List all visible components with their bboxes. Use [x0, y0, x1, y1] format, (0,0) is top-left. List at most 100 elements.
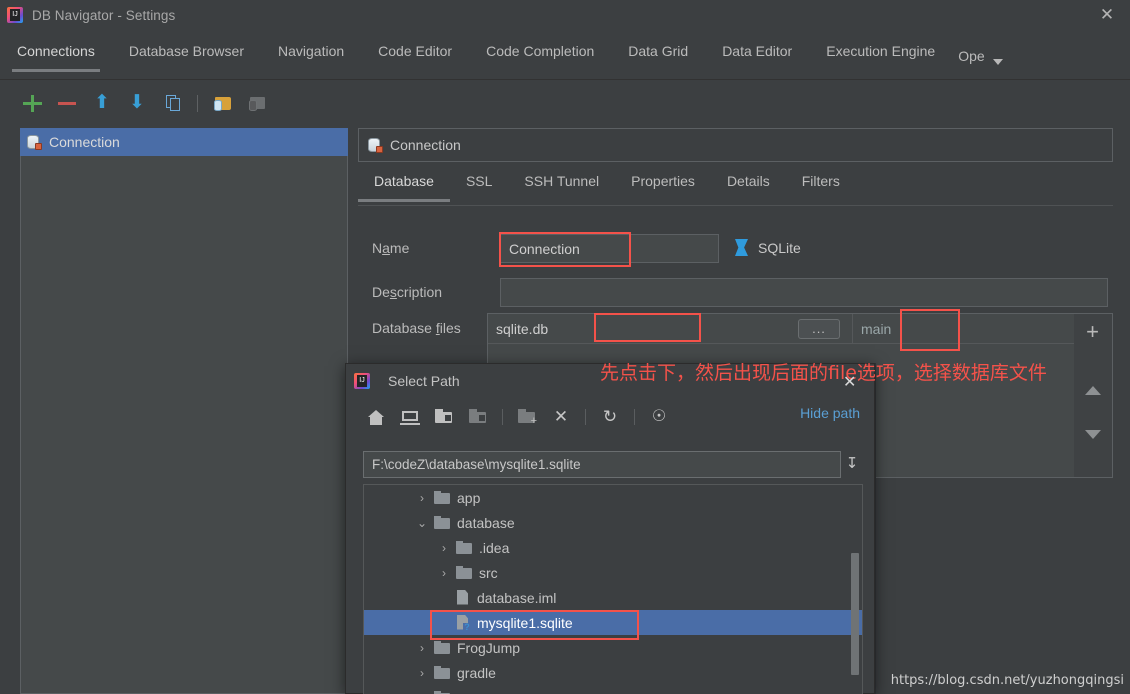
import-connection-button[interactable] — [248, 93, 268, 113]
tree-item-label: database — [457, 515, 515, 531]
subtab-ssl[interactable]: SSL — [450, 170, 508, 202]
tree-item-database-iml[interactable]: database.iml — [364, 585, 862, 610]
subtab-details[interactable]: Details — [711, 170, 786, 202]
subtab-database[interactable]: Database — [358, 170, 450, 202]
tree-item-gradle[interactable]: › gradle — [364, 660, 862, 685]
intellij-icon-dialog — [354, 373, 370, 389]
detail-header-label: Connection — [390, 137, 461, 153]
refresh-button[interactable]: ↻ — [600, 407, 620, 427]
tree-item-label: app — [457, 490, 480, 506]
tab-execution-engine[interactable]: Execution Engine — [809, 38, 952, 72]
add-file-button[interactable]: + — [1074, 314, 1111, 350]
subtab-filters[interactable]: Filters — [786, 170, 856, 202]
name-field-highlight — [499, 232, 631, 267]
tab-navigation[interactable]: Navigation — [261, 38, 361, 72]
tab-connections[interactable]: Connections — [0, 38, 112, 72]
file-tree[interactable]: › app ⌄ database › .idea › src — [363, 484, 863, 694]
mouse-cursor-icon: ✕ — [843, 372, 856, 392]
tree-item-label: .idea — [479, 540, 509, 556]
hide-path-link[interactable]: Hide path — [800, 405, 860, 421]
remove-connection-button[interactable] — [57, 93, 77, 113]
chevron-right-icon[interactable]: › — [416, 642, 428, 654]
tab-data-editor[interactable]: Data Editor — [705, 38, 809, 72]
copy-connection-button[interactable] — [162, 93, 182, 113]
chevron-right-icon[interactable]: › — [416, 492, 428, 504]
selected-file-highlight — [430, 610, 639, 640]
toolbar-divider-2 — [585, 409, 586, 425]
database-file-value: sqlite.db — [496, 321, 548, 337]
tree-item-label: FrogJump — [457, 640, 520, 656]
chevron-down-icon[interactable] — [993, 59, 1003, 65]
tree-item-src[interactable]: › src — [364, 560, 862, 585]
new-folder-button[interactable]: + — [517, 407, 537, 427]
database-schema-cell[interactable]: main — [853, 314, 1074, 344]
select-path-toolbar: + ✕ ↻ ☉ — [346, 398, 874, 436]
chevron-right-icon[interactable]: › — [438, 542, 450, 554]
show-hidden-button[interactable]: ☉ — [649, 407, 669, 427]
desktop-button[interactable] — [400, 407, 420, 427]
folder-project-icon — [435, 412, 452, 423]
file-icon — [456, 590, 470, 606]
tree-item-label: database.iml — [477, 590, 556, 606]
db-type-badge: SQLite — [735, 239, 801, 256]
path-input-value: F:\codeZ\database\mysqlite1.sqlite — [372, 457, 581, 472]
chevron-right-icon[interactable]: › — [416, 667, 428, 679]
tree-scrollbar[interactable] — [851, 553, 859, 675]
paste-connection-button[interactable] — [213, 93, 233, 113]
tree-item-app[interactable]: › app — [364, 485, 862, 510]
db-import-cylinder-icon — [249, 100, 257, 111]
list-item-label: Connection — [49, 134, 120, 150]
folder-icon — [456, 566, 472, 579]
dialog-title: Select Path — [388, 373, 460, 389]
move-down-button[interactable]: ⬇ — [127, 93, 147, 113]
folder-module-icon — [469, 412, 486, 423]
subtab-properties[interactable]: Properties — [615, 170, 711, 202]
list-item-connection[interactable]: Connection — [20, 128, 348, 156]
tree-item-idea[interactable]: › .idea — [364, 535, 862, 560]
select-path-dialog: Select Path + — [345, 363, 875, 694]
download-icon[interactable]: ↧ — [841, 452, 863, 476]
folder-icon — [434, 491, 450, 504]
browse-dots-button-highlight — [900, 309, 960, 351]
plus-badge-icon: + — [531, 417, 537, 426]
add-connection-button[interactable] — [22, 93, 42, 113]
tab-code-completion[interactable]: Code Completion — [469, 38, 611, 72]
tab-code-editor[interactable]: Code Editor — [361, 38, 469, 72]
table-row[interactable]: sqlite.db ... main — [488, 314, 1074, 344]
copy-icon-back — [170, 98, 180, 111]
sqlite-icon — [735, 239, 750, 256]
toolbar-divider-1 — [502, 409, 503, 425]
settings-window: DB Navigator - Settings ✕ Connections Da… — [0, 0, 1130, 694]
tab-database-browser[interactable]: Database Browser — [112, 38, 261, 72]
home-icon — [368, 410, 384, 417]
tab-overflow[interactable]: Ope — [952, 38, 1012, 90]
tree-item-database[interactable]: ⌄ database — [364, 510, 862, 535]
browse-file-button[interactable]: ... — [798, 319, 840, 339]
subtab-ssh-tunnel[interactable]: SSH Tunnel — [508, 170, 615, 202]
chevron-right-icon[interactable]: › — [438, 567, 450, 579]
tree-item-label: src — [479, 565, 498, 581]
delete-button[interactable]: ✕ — [551, 407, 571, 427]
database-icon-header — [367, 137, 383, 153]
module-dir-button[interactable] — [468, 407, 488, 427]
desktop-icon-base — [400, 423, 420, 425]
chevron-down-icon[interactable]: ⌄ — [416, 517, 428, 529]
database-file-cell-highlight — [594, 313, 701, 342]
window-title: DB Navigator - Settings — [32, 8, 175, 23]
connections-toolbar: ⬆ ⬇ — [22, 88, 362, 118]
tab-operations[interactable]: Ope — [954, 43, 984, 77]
toolbar-divider-3 — [634, 409, 635, 425]
connection-list[interactable] — [20, 128, 348, 694]
home-button[interactable] — [366, 407, 386, 427]
move-file-down-button[interactable] — [1074, 416, 1111, 452]
project-dir-button[interactable] — [434, 407, 454, 427]
desktop-icon — [402, 411, 418, 421]
close-icon[interactable]: ✕ — [1084, 0, 1130, 30]
path-input[interactable]: F:\codeZ\database\mysqlite1.sqlite — [363, 451, 841, 478]
tab-data-grid[interactable]: Data Grid — [611, 38, 705, 72]
database-icon — [26, 134, 42, 150]
move-up-button[interactable]: ⬆ — [92, 93, 112, 113]
tree-item-partial[interactable]: › — [364, 685, 862, 694]
folder-icon — [434, 516, 450, 529]
description-input[interactable] — [500, 278, 1108, 307]
